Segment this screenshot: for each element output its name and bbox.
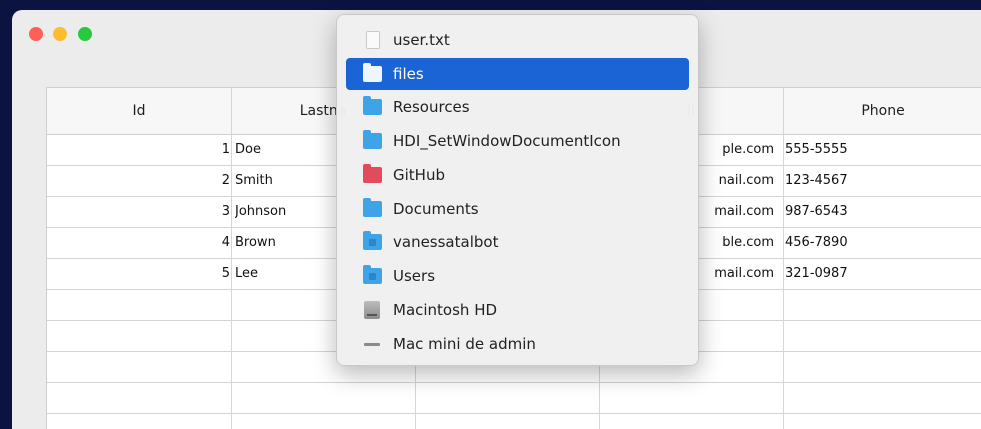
minimize-window-button[interactable] xyxy=(53,27,67,41)
folder-icon xyxy=(363,198,382,217)
hard-disk-icon xyxy=(364,301,380,319)
path-item-label: user.txt xyxy=(393,31,450,49)
path-item-hdi-setwindowdocumenticon[interactable]: HDI_SetWindowDocumentIcon xyxy=(346,125,689,157)
folder-icon xyxy=(363,130,382,149)
path-item-label: GitHub xyxy=(393,166,445,184)
path-item-macintosh-hd[interactable]: Macintosh HD xyxy=(346,294,689,326)
cell-id: 2 xyxy=(221,173,230,188)
path-item-label: Users xyxy=(393,267,436,285)
column-header-id[interactable]: Id xyxy=(47,88,231,135)
close-window-button[interactable] xyxy=(29,27,43,41)
path-item-label: Resources xyxy=(393,98,470,116)
path-item-github[interactable]: GitHub xyxy=(346,159,689,191)
zoom-window-button[interactable] xyxy=(78,27,92,41)
red-folder-icon xyxy=(363,164,382,183)
path-item-label: vanessatalbot xyxy=(393,233,499,251)
path-item-label: files xyxy=(393,65,424,83)
column-header-phone[interactable]: Phone xyxy=(783,88,981,135)
home-folder-icon xyxy=(363,231,382,250)
empty-table-row[interactable] xyxy=(47,383,981,414)
cell-id: 4 xyxy=(221,235,230,250)
users-folder-icon xyxy=(363,265,382,284)
path-item-resources[interactable]: Resources xyxy=(346,91,689,123)
folder-icon xyxy=(363,96,382,115)
cell-phone: 555-5555 xyxy=(785,142,848,157)
path-item-label: HDI_SetWindowDocumentIcon xyxy=(393,132,621,150)
folder-icon xyxy=(363,63,382,82)
cell-phone: 123-4567 xyxy=(785,173,848,188)
document-path-menu: user.txt files Resources HDI_SetWindowDo… xyxy=(336,14,699,366)
path-item-users[interactable]: Users xyxy=(346,260,689,292)
path-item-user-txt[interactable]: user.txt xyxy=(346,24,689,56)
cell-id: 5 xyxy=(221,266,230,281)
path-item-files[interactable]: files xyxy=(346,58,689,90)
path-item-label: Mac mini de admin xyxy=(393,335,536,353)
path-item-mac-mini-de-admin[interactable]: Mac mini de admin xyxy=(346,328,689,360)
cell-phone: 456-7890 xyxy=(785,235,848,250)
path-item-label: Documents xyxy=(393,200,479,218)
cell-phone: 321-0987 xyxy=(785,266,848,281)
cell-id: 1 xyxy=(221,142,230,157)
empty-table-row[interactable] xyxy=(47,414,981,429)
cell-id: 3 xyxy=(221,204,230,219)
cell-phone: 987-6543 xyxy=(785,204,848,219)
path-item-vanessatalbot[interactable]: vanessatalbot xyxy=(346,226,689,258)
file-icon xyxy=(366,31,380,49)
computer-icon xyxy=(364,343,380,346)
path-item-documents[interactable]: Documents xyxy=(346,193,689,225)
path-item-label: Macintosh HD xyxy=(393,301,498,319)
